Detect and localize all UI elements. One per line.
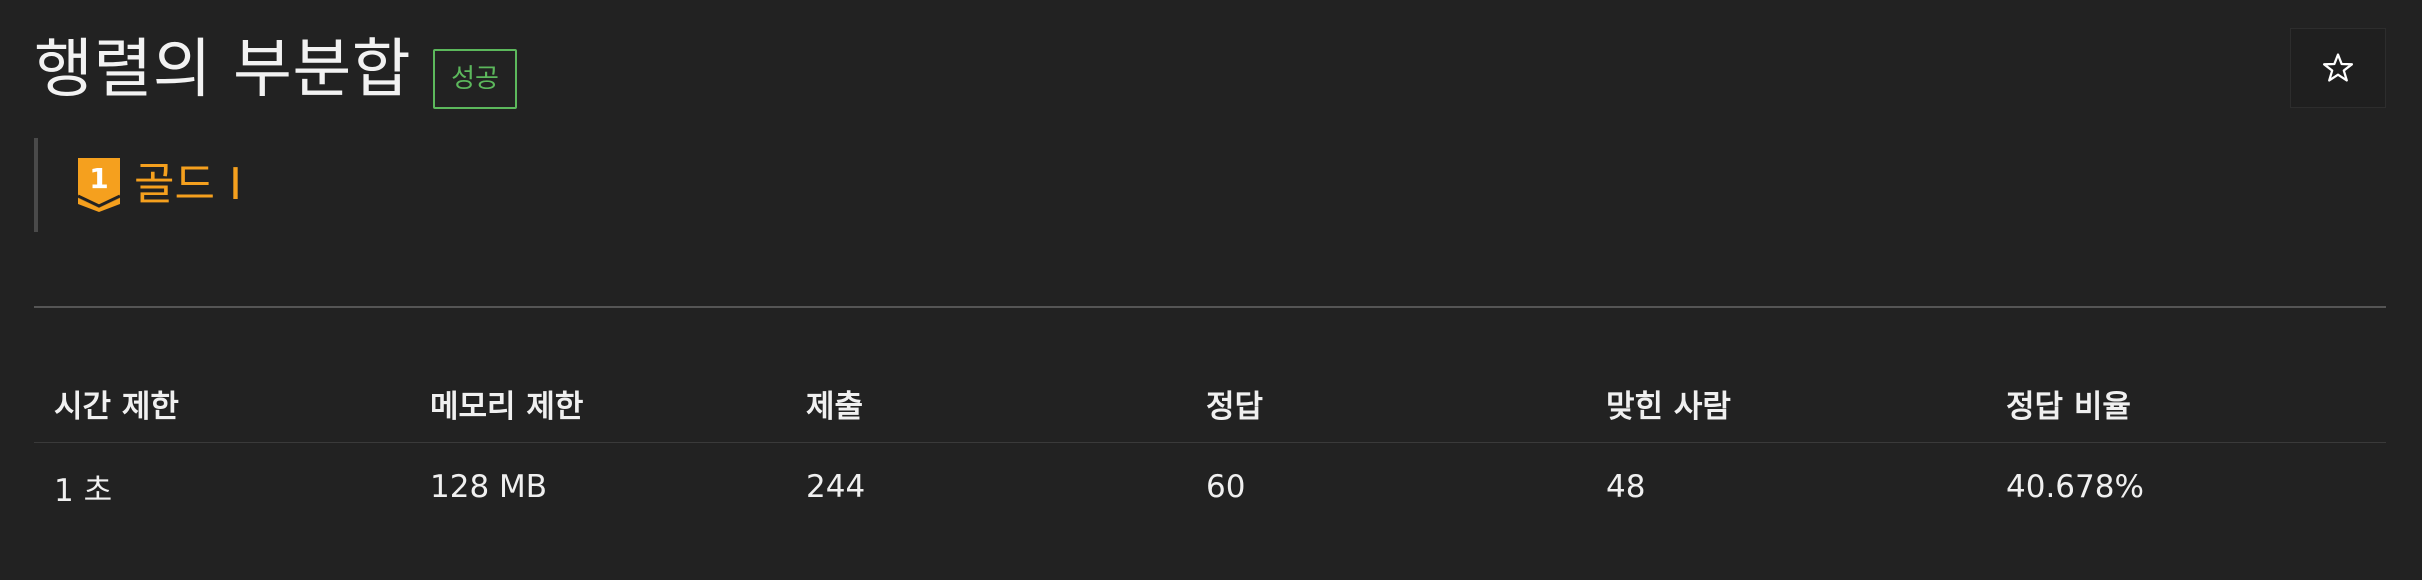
problem-info-table: 시간 제한 메모리 제한 제출 정답 맞힌 사람 정답 비율 1 초 128 M…: [34, 364, 2386, 531]
accepted-value: 60: [1206, 469, 1246, 505]
table-row: 1 초 128 MB 244 60 48 40.678%: [34, 443, 2386, 532]
table-header-row: 시간 제한 메모리 제한 제출 정답 맞힌 사람 정답 비율: [34, 364, 2386, 443]
tier-block: 1 골드 I: [34, 138, 242, 232]
tier-label[interactable]: 골드 I: [134, 158, 242, 212]
tier-number: 1: [89, 162, 108, 195]
gold-tier-icon: 1: [78, 158, 120, 212]
star-icon: [2322, 53, 2354, 82]
accept-ratio-value: 40.678%: [2006, 469, 2144, 505]
section-divider: [34, 306, 2386, 308]
favorite-button[interactable]: [2290, 28, 2386, 108]
header-solved-users: 맞힌 사람: [1586, 364, 1986, 443]
solved-users-value: 48: [1606, 469, 1646, 505]
time-limit-value: 1 초: [54, 472, 113, 509]
page-title: 행렬의 부분합: [34, 33, 412, 107]
header-memory-limit: 메모리 제한: [410, 364, 786, 443]
header-accept-ratio: 정답 비율: [1986, 364, 2386, 443]
header-time-limit: 시간 제한: [34, 364, 410, 443]
header-submissions: 제출: [786, 364, 1186, 443]
submissions-value: 244: [806, 469, 866, 505]
memory-limit-value: 128 MB: [430, 469, 548, 505]
problem-header: 행렬의 부분합 성공: [34, 30, 517, 110]
header-accepted: 정답: [1186, 364, 1586, 443]
status-badge: 성공: [433, 49, 517, 109]
